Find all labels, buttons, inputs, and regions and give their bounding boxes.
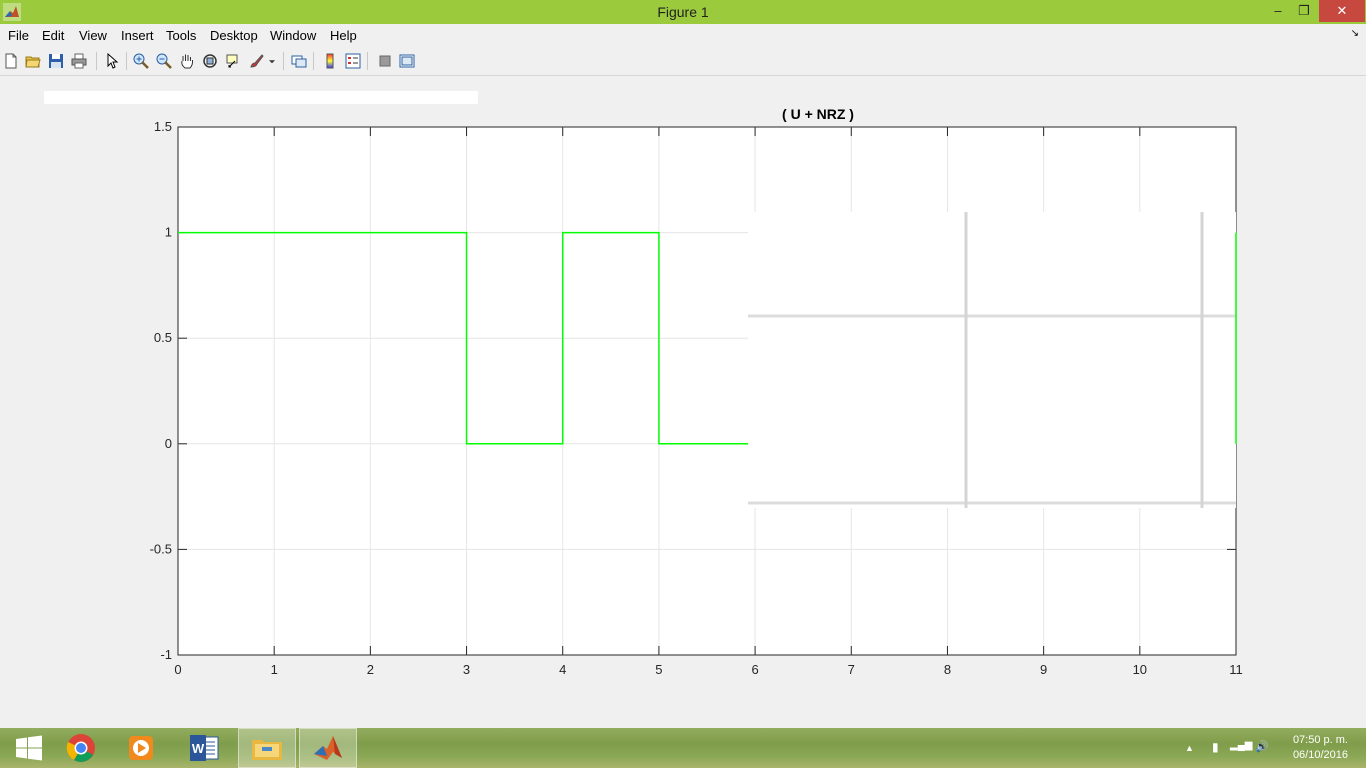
matlab-icon[interactable] — [299, 728, 357, 768]
menu-insert[interactable]: Insert — [121, 28, 154, 43]
x-tick-label: 8 — [944, 662, 951, 677]
x-tick-label: 2 — [367, 662, 374, 677]
hide-plot-tools-icon[interactable] — [376, 52, 394, 70]
print-icon[interactable] — [70, 52, 88, 70]
network-icon[interactable]: ▂▄▆ — [1230, 740, 1252, 751]
figure-toolbar — [0, 48, 1366, 76]
x-tick-label: 11 — [1229, 662, 1243, 677]
x-tick-label: 10 — [1133, 662, 1147, 677]
word-icon[interactable]: W — [175, 728, 233, 768]
x-tick-label: 7 — [848, 662, 855, 677]
x-tick-label: 0 — [174, 662, 181, 677]
dock-figure-icon[interactable]: ↘ — [1351, 28, 1359, 39]
toolbar-separator — [313, 52, 314, 70]
y-tick-label: 1.5 — [154, 119, 172, 134]
toolbar-separator — [126, 52, 127, 70]
window-title: Figure 1 — [657, 4, 709, 20]
y-tick-label: 1 — [165, 225, 172, 240]
menu-desktop[interactable]: Desktop — [210, 28, 258, 43]
menu-edit[interactable]: Edit — [42, 28, 64, 43]
new-figure-icon[interactable] — [2, 52, 20, 70]
show-plot-tools-icon[interactable] — [398, 52, 416, 70]
show-hidden-icons[interactable]: ▲ — [1185, 743, 1194, 753]
pan-hand-icon[interactable] — [178, 52, 196, 70]
save-icon[interactable] — [47, 52, 65, 70]
x-tick-label: 3 — [463, 662, 470, 677]
colorbar-icon[interactable] — [321, 52, 339, 70]
menu-view[interactable]: View — [79, 28, 107, 43]
file-explorer-icon[interactable] — [238, 728, 296, 768]
svg-text:W: W — [192, 741, 205, 756]
x-tick-label: 9 — [1040, 662, 1047, 677]
media-player-icon[interactable] — [112, 728, 170, 768]
edit-plot-arrow-icon[interactable] — [103, 52, 121, 70]
y-tick-label: -0.5 — [150, 541, 172, 556]
plot-svg: 0 1 2 3 4 5 6 7 8 9 10 11 -1 -0.5 0 0.5 1 1.5 ( U + NRZ ) — [44, 91, 1243, 677]
window-title-bar: Figure 1 – ❐ ✕ — [0, 0, 1366, 24]
windows-start-icon[interactable] — [0, 728, 58, 768]
menu-window[interactable]: Window — [270, 28, 316, 43]
y-tick-label: 0.5 — [154, 330, 172, 345]
figure-canvas: 0 1 2 3 4 5 6 7 8 9 10 11 -1 -0.5 0 0.5 1 1.5 ( U + NRZ ) — [0, 76, 1366, 728]
y-tick-label: 0 — [165, 436, 172, 451]
x-tick-label: 6 — [751, 662, 758, 677]
close-button[interactable]: ✕ — [1319, 0, 1365, 22]
toolbar-separator — [367, 52, 368, 70]
clock-time: 07:50 p. m. — [1292, 734, 1348, 746]
zoom-out-icon[interactable] — [155, 52, 173, 70]
system-clock[interactable]: 07:50 p. m. 06/10/2016 — [1293, 733, 1348, 763]
brush-dropdown-icon[interactable] — [266, 52, 278, 70]
clock-date: 06/10/2016 — [1292, 749, 1348, 761]
data-cursor-icon[interactable] — [224, 52, 242, 70]
zoom-in-icon[interactable] — [132, 52, 150, 70]
y-tick-label: -1 — [160, 647, 172, 662]
open-file-icon[interactable] — [24, 52, 42, 70]
toolbar-separator — [283, 52, 284, 70]
x-tick-label: 1 — [271, 662, 278, 677]
overlay-artifact — [748, 212, 1236, 508]
menu-bar: File Edit View Insert Tools Desktop Wind… — [0, 24, 1366, 46]
blank-artifact-strip — [44, 91, 478, 104]
legend-icon[interactable] — [344, 52, 362, 70]
link-plot-icon[interactable] — [290, 52, 308, 70]
menu-tools[interactable]: Tools — [166, 28, 196, 43]
restore-button[interactable]: ❐ — [1289, 0, 1319, 22]
brush-icon[interactable] — [248, 52, 266, 70]
menu-help[interactable]: Help — [330, 28, 357, 43]
volume-icon[interactable]: 🔊 — [1255, 740, 1269, 753]
toolbar-separator — [96, 52, 97, 70]
windows-taskbar: W ▲ ▮ ▂▄▆ 🔊 07:50 p. m. 06/10/2016 — [0, 728, 1366, 768]
battery-icon[interactable]: ▮ — [1212, 740, 1219, 754]
x-tick-label: 5 — [655, 662, 662, 677]
x-tick-label: 4 — [559, 662, 566, 677]
chart-title: ( U + NRZ ) — [782, 106, 854, 122]
chrome-icon[interactable] — [52, 728, 110, 768]
rotate-3d-icon[interactable] — [201, 52, 219, 70]
menu-file[interactable]: File — [8, 28, 29, 43]
